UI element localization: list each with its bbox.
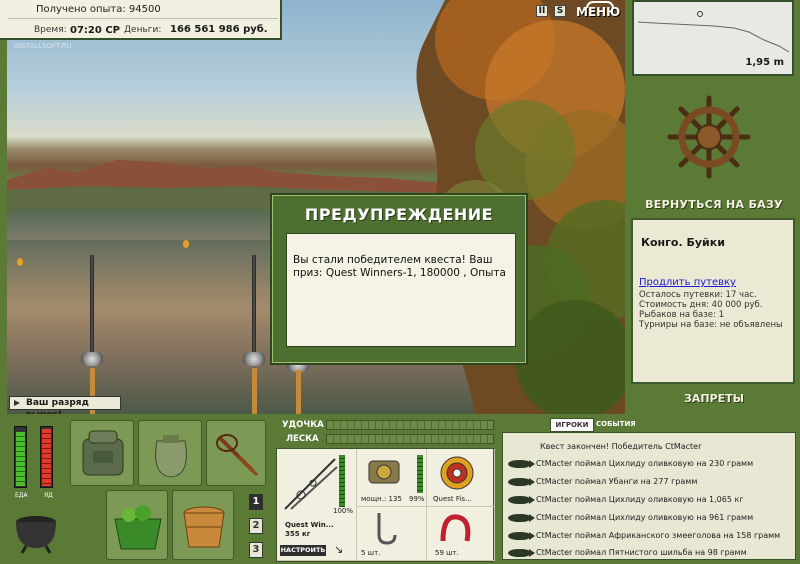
rod-tension-bar (326, 420, 494, 430)
sound-button[interactable]: S (554, 5, 566, 17)
event-item: CtMacter поймал Африканского змееголова … (536, 531, 781, 540)
rod-condition-bar (339, 455, 345, 507)
float-1 (183, 240, 189, 248)
fish-icon (508, 532, 535, 540)
line-spool-icon (440, 456, 474, 490)
food-meter-fill (16, 432, 25, 486)
float-2 (17, 258, 23, 266)
money-value: 166 561 986 руб. (170, 24, 268, 35)
time-label: Время: (34, 25, 67, 35)
basket-icon (114, 505, 162, 550)
rod-handle-2 (252, 368, 257, 414)
game-window: Получено опыта: 94500 Время: 07:20 СР Де… (0, 0, 800, 564)
rod-icon (284, 458, 338, 510)
reel-1[interactable] (81, 352, 103, 366)
hook-slot[interactable]: 5 шт. (357, 507, 427, 561)
net-slot[interactable] (206, 420, 266, 486)
cauldron-icon[interactable] (12, 510, 60, 554)
bucket-icon (183, 506, 225, 548)
line-tension-label: ЛЕСКА (286, 434, 319, 444)
fishing-rod-2[interactable] (252, 255, 256, 365)
food-meter (14, 426, 27, 488)
restrictions-button[interactable]: ЗАПРЕТЫ (636, 388, 792, 410)
event-item: CtMacter поймал Цихлиду оливковую на 230… (536, 459, 754, 468)
backpack-slot[interactable] (70, 420, 134, 486)
reel-slot[interactable]: мощн.: 135 99% (357, 449, 427, 507)
event-item: CtMacter поймал Цихлиду оливковую на 1,0… (536, 495, 744, 504)
backpack-icon (82, 430, 124, 476)
poison-meter-fill (42, 429, 51, 486)
sack-icon (155, 435, 187, 478)
warning-dialog[interactable]: ПРЕДУПРЕЖДЕНИЕ Вы стали победителем квес… (270, 193, 528, 365)
ship-wheel-icon[interactable] (666, 94, 752, 180)
extend-permit-link[interactable]: Продлить путевку (639, 277, 736, 288)
fish-icon (508, 549, 535, 557)
player-info-panel: Получено опыта: 94500 Время: 07:20 СР Де… (0, 0, 282, 40)
hooks-count: 5 шт. (361, 549, 381, 557)
rod-handle-3 (296, 370, 301, 414)
poison-meter (40, 426, 53, 488)
bait-slot[interactable]: 59 шт. (427, 507, 495, 561)
drag-arrow-icon[interactable]: ↘ (334, 543, 343, 556)
page-2-button[interactable]: 2 (249, 518, 263, 534)
rod-condition: 100% (333, 507, 354, 515)
setup-button[interactable]: НАСТРОИТЬ (280, 545, 326, 556)
line-name: Quest Fis... (433, 495, 472, 503)
line-tension-bar (326, 434, 494, 444)
poison-label: ЯД (44, 492, 53, 499)
day-cost: Стоимость дня: 40 000 руб. (639, 300, 763, 310)
page-1-button[interactable]: 1 (249, 494, 263, 510)
worm-icon (440, 514, 471, 542)
reel-power: мощн.: 135 (361, 495, 402, 503)
fish-icon (508, 496, 535, 504)
fish-icon (508, 460, 535, 468)
event-item: CtMacter поймал Убанги на 277 грамм (536, 477, 698, 486)
location-panel: Конго. Буйки Продлить путевку Осталось п… (631, 218, 795, 384)
permit-remaining: Осталось путевки: 17 час. (639, 290, 757, 300)
xp-text: Получено опыта: 94500 (36, 4, 161, 15)
watermark: INSTALLSOFT.RU (14, 42, 72, 50)
dialog-message: Вы стали победителем квеста! Ваш приз: Q… (286, 233, 516, 347)
net-icon (216, 434, 259, 477)
event-headline: Квест закончен! Победитель CtMacter (540, 442, 702, 451)
food-label: ЕДА (15, 492, 28, 499)
event-item: CtMacter поймал Пятнистого шильба на 98 … (536, 548, 747, 557)
reel-condition: 99% (409, 495, 425, 503)
line-slot[interactable]: Quest Fis... (427, 449, 495, 507)
reel-icon (368, 460, 400, 484)
anglers-count: Рыбаков на базе: 1 (639, 310, 724, 320)
hook-icon (377, 513, 397, 545)
location-title: Конго. Буйки (641, 236, 725, 249)
rod-name: Quest Win... (285, 521, 334, 529)
rod-weight: 355 кг (285, 530, 311, 538)
reel-2[interactable] (243, 352, 265, 366)
tab-players[interactable]: ИГРОКИ (550, 418, 594, 432)
pause-button[interactable]: II (536, 5, 548, 17)
bucket-slot[interactable] (172, 490, 234, 560)
fish-icon (508, 514, 535, 522)
menu-button[interactable]: МЕНЮ (576, 1, 620, 24)
rank-up-toast[interactable]: Ваш разряд вырос! (9, 396, 121, 420)
groundbait-slot[interactable] (106, 490, 168, 560)
return-to-base-button[interactable]: ВЕРНУТЬСЯ НА БАЗУ (636, 194, 792, 216)
float-position-icon (697, 11, 703, 17)
page-3-button[interactable]: 3 (249, 542, 263, 558)
tournaments-status: Турниры на базе: не объявлены (639, 320, 783, 330)
event-item: CtMacter поймал Цихлиду оливковую на 961… (536, 513, 754, 522)
money-label: Деньги: (124, 25, 162, 35)
fishing-rod-1[interactable] (90, 255, 94, 365)
rod-tension-label: УДОЧКА (282, 420, 324, 430)
sack-slot[interactable] (138, 420, 202, 486)
depth-profile: 1,95 m (632, 0, 794, 76)
reel-condition-bar (417, 455, 423, 493)
fish-icon (508, 478, 535, 486)
game-time: 07:20 СР (70, 25, 120, 36)
bait-count: 59 шт. (435, 549, 459, 557)
depth-value: 1,95 m (745, 57, 784, 68)
dialog-title: ПРЕДУПРЕЖДЕНИЕ (304, 205, 494, 224)
tab-events[interactable]: СОБЫТИЯ (596, 420, 636, 428)
